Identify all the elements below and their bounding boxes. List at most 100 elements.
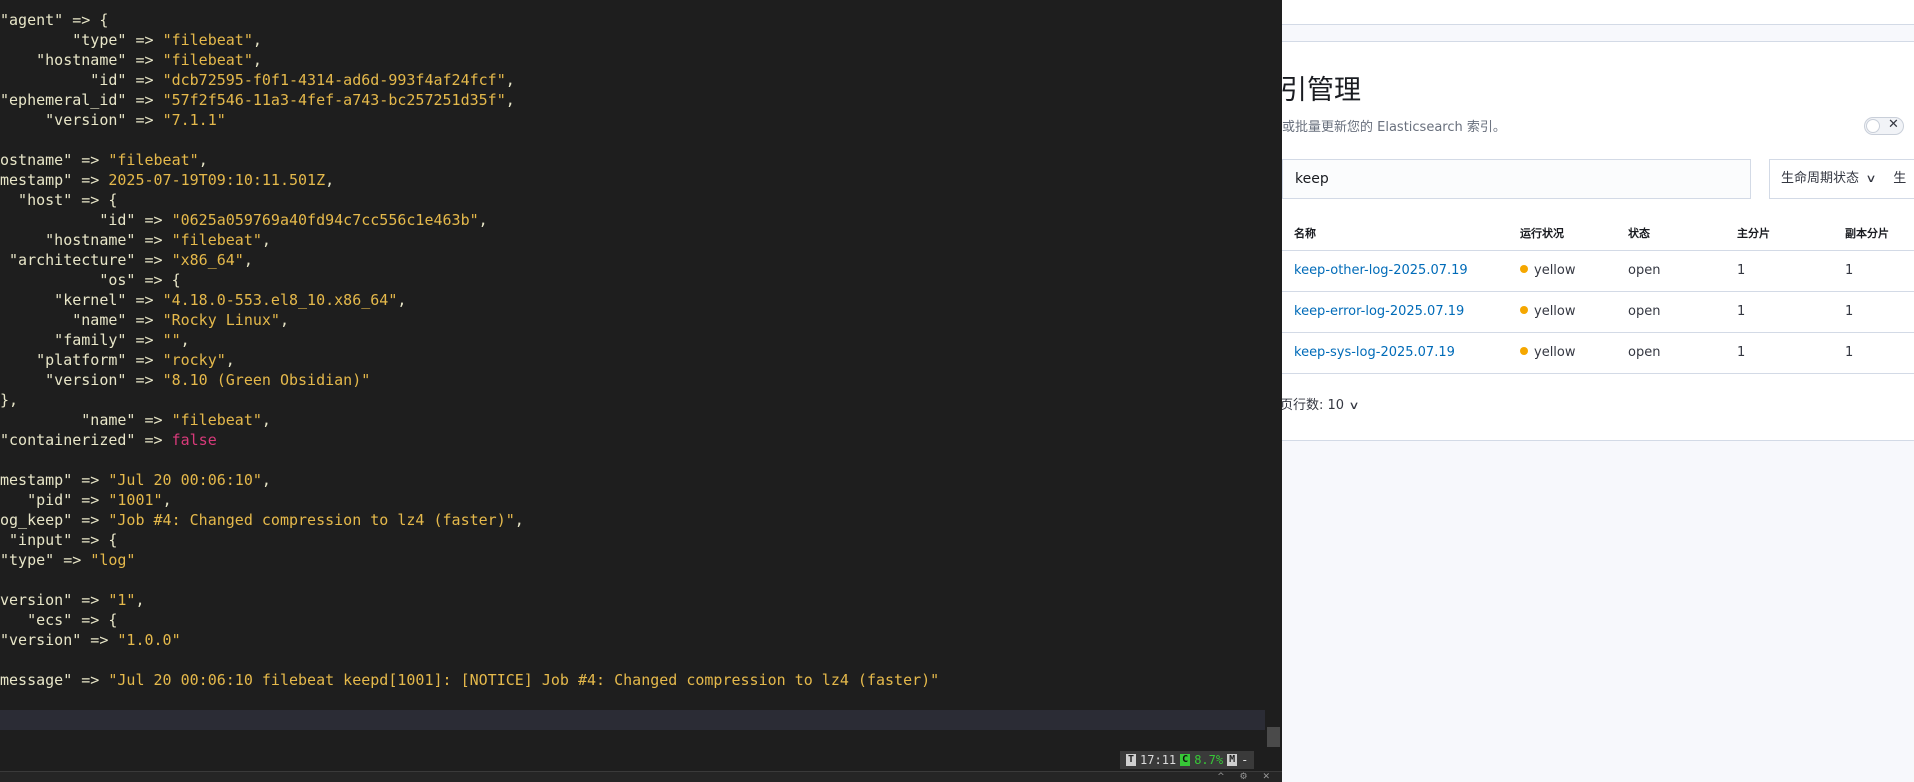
terminal-status-bar: T 17:11 C 8.7% M - [1120,751,1255,769]
terminal-token: "agent" => { [0,11,109,29]
terminal-token: mestamp" => [0,171,109,189]
terminal-token: "" [162,331,181,349]
terminal-pane[interactable]: "agent" => { "type" => "filebeat", "host… [0,0,1282,782]
terminal-token: "id" => [0,211,172,229]
column-header-primary[interactable]: 主分片 [1737,225,1770,241]
terminal-token: "hostname" => [0,51,163,69]
lifecycle-status-filter[interactable]: 生命周期状态 ∨ 生 [1769,159,1914,199]
terminal-token: "dcb72595-f0f1-4314-ad6d-993f4af24fcf" [162,71,506,89]
terminal-line: "type" => "filebeat", [0,30,262,50]
terminal-token: "0625a059769a40fd94c7cc556c1e463b" [171,211,479,229]
kibana-panel: 引管理 或批量更新您的 Elasticsearch 索引。 ✕ keep 生命周… [1282,0,1914,782]
health-label: yellow [1534,345,1576,360]
terminal-token: "hostname" => [0,231,172,249]
terminal-token: "containerized" => [0,431,172,449]
table-row[interactable]: keep-other-log-2025.07.19 yellow open 1 1 [1282,250,1914,292]
column-header-replica[interactable]: 副本分片 [1845,225,1889,241]
index-primary-shards: 1 [1737,263,1746,278]
terminal-token: "Jul 20 00:06:10 filebeat keepd[1001]: [… [108,671,940,689]
terminal-token: , [397,291,407,309]
terminal-token: , [325,171,335,189]
index-status: open [1628,345,1661,360]
table-row[interactable]: keep-error-log-2025.07.19 yellow open 1 1 [1282,291,1914,333]
window-controls-icon[interactable]: ^ ⚙ ✕ [1217,772,1276,782]
time-tag-icon: T [1126,754,1137,766]
terminal-line: message" => "Jul 20 00:06:10 filebeat ke… [0,670,939,690]
terminal-token: "filebeat" [171,411,262,429]
terminal-line: "host" => { [0,190,117,210]
terminal-token: "Rocky Linux" [162,311,280,329]
health-dot-icon [1520,306,1528,314]
column-header-health[interactable]: 运行状况 [1520,225,1564,241]
terminal-token: "name" => [0,411,172,429]
kibana-top-bar [1282,0,1914,25]
terminal-token: "4.18.0-553.el8_10.x86_64" [162,291,398,309]
terminal-token: , [198,151,208,169]
terminal-token: "family" => [0,331,163,349]
health-dot-icon [1520,265,1528,273]
terminal-token: "os" => { [0,271,181,289]
terminal-token: "Job #4: Changed compression to lz4 (fas… [108,511,515,529]
search-input[interactable]: keep [1282,159,1751,199]
index-management-card: 引管理 或批量更新您的 Elasticsearch 索引。 ✕ keep 生命周… [1282,41,1914,441]
chevron-down-icon: ∨ [1348,399,1360,412]
index-name-link[interactable]: keep-other-log-2025.07.19 [1294,263,1468,278]
terminal-scrollbar-thumb[interactable] [1267,727,1280,747]
rows-per-page[interactable]: 页行数: 10 ∨ [1282,394,1360,413]
terminal-line: "pid" => "1001", [0,490,172,510]
terminal-token: , [261,411,271,429]
terminal-token: , [252,51,262,69]
terminal-line: "ephemeral_id" => "57f2f546-11a3-4fef-a7… [0,90,515,110]
terminal-token: "filebeat" [108,151,199,169]
terminal-token: "version" => [0,371,163,389]
index-replica-shards: 1 [1845,345,1854,360]
terminal-token: "57f2f546-11a3-4fef-a743-bc257251d35f" [162,91,506,109]
terminal-line: ostname" => "filebeat", [0,150,208,170]
chevron-down-icon: ∨ [1865,172,1877,185]
terminal-line: "architecture" => "x86_64", [0,250,253,270]
terminal-token: "version" => [0,111,163,129]
index-replica-shards: 1 [1845,304,1854,319]
index-name-link[interactable]: keep-sys-log-2025.07.19 [1294,345,1455,360]
terminal-token: "1" [108,591,136,609]
status-time: 17:11 [1140,753,1177,767]
terminal-line: og_keep" => "Job #4: Changed compression… [0,510,524,530]
status-cpu: 8.7% [1194,753,1224,767]
terminal-token: , [505,71,515,89]
index-health: yellow [1520,263,1576,278]
include-hidden-toggle[interactable]: ✕ [1864,117,1904,135]
terminal-token: "kernel" => [0,291,163,309]
terminal-line: "kernel" => "4.18.0-553.el8_10.x86_64", [0,290,406,310]
terminal-token: , [180,331,190,349]
terminal-token: message" => [0,671,109,689]
column-header-name[interactable]: 名称 [1294,225,1316,241]
cpu-tag-icon: C [1180,754,1191,766]
terminal-token: version" => [0,591,109,609]
table-row[interactable]: keep-sys-log-2025.07.19 yellow open 1 1 [1282,332,1914,374]
index-name-link[interactable]: keep-error-log-2025.07.19 [1294,304,1464,319]
health-dot-icon [1520,347,1528,355]
terminal-token: , [252,31,262,49]
terminal-token: "type" => [0,551,91,569]
filter-label: 生命周期状态 [1781,171,1860,186]
terminal-line: "type" => "log" [0,550,135,570]
terminal-token: , [505,91,515,109]
terminal-token: , [162,491,172,509]
page-title: 引管理 [1282,75,1361,106]
terminal-token: "version" => [0,631,118,649]
index-primary-shards: 1 [1737,345,1746,360]
terminal-token: "pid" => [0,491,109,509]
terminal-token: , [478,211,488,229]
terminal-line: version" => "1", [0,590,145,610]
terminal-token: "ecs" => { [0,611,118,629]
terminal-cursor-line[interactable] [0,710,1265,730]
terminal-token: "name" => [0,311,163,329]
terminal-token: , [279,311,289,329]
column-header-status[interactable]: 状态 [1628,225,1650,241]
terminal-token: "Jul 20 00:06:10" [108,471,262,489]
terminal-line: "hostname" => "filebeat", [0,230,271,250]
toggle-knob [1866,119,1880,133]
index-replica-shards: 1 [1845,263,1854,278]
terminal-line: "family" => "", [0,330,190,350]
terminal-scrollbar[interactable] [1265,0,1282,745]
